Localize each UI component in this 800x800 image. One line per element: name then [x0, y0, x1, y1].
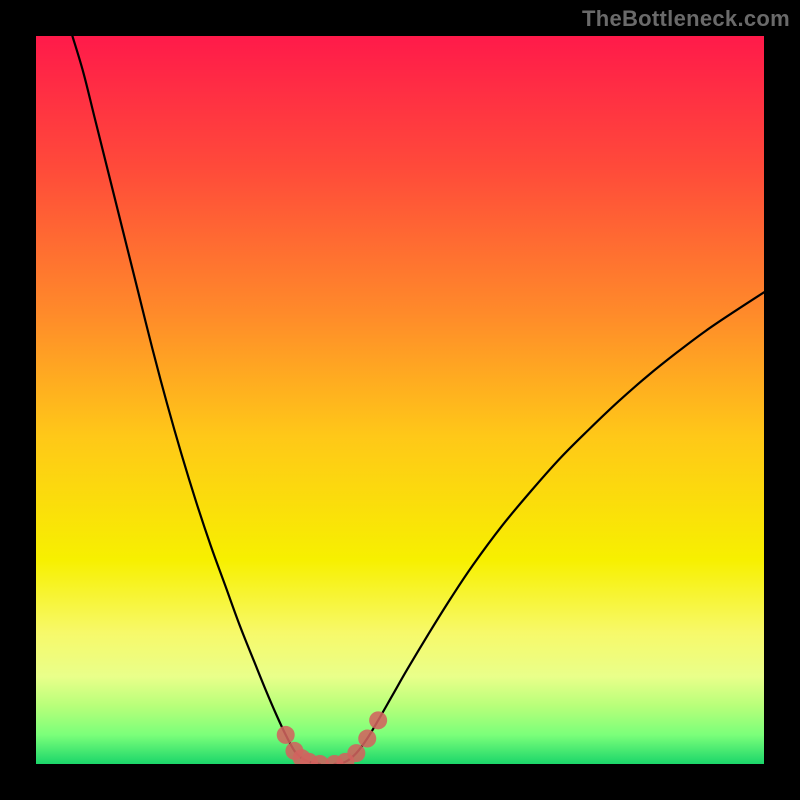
- data-marker: [369, 711, 387, 729]
- data-marker: [347, 744, 365, 762]
- gradient-background: [36, 36, 764, 764]
- chart-frame: TheBottleneck.com: [0, 0, 800, 800]
- bottleneck-chart: [36, 36, 764, 764]
- watermark-text: TheBottleneck.com: [582, 6, 790, 32]
- data-marker: [277, 726, 295, 744]
- data-marker: [358, 730, 376, 748]
